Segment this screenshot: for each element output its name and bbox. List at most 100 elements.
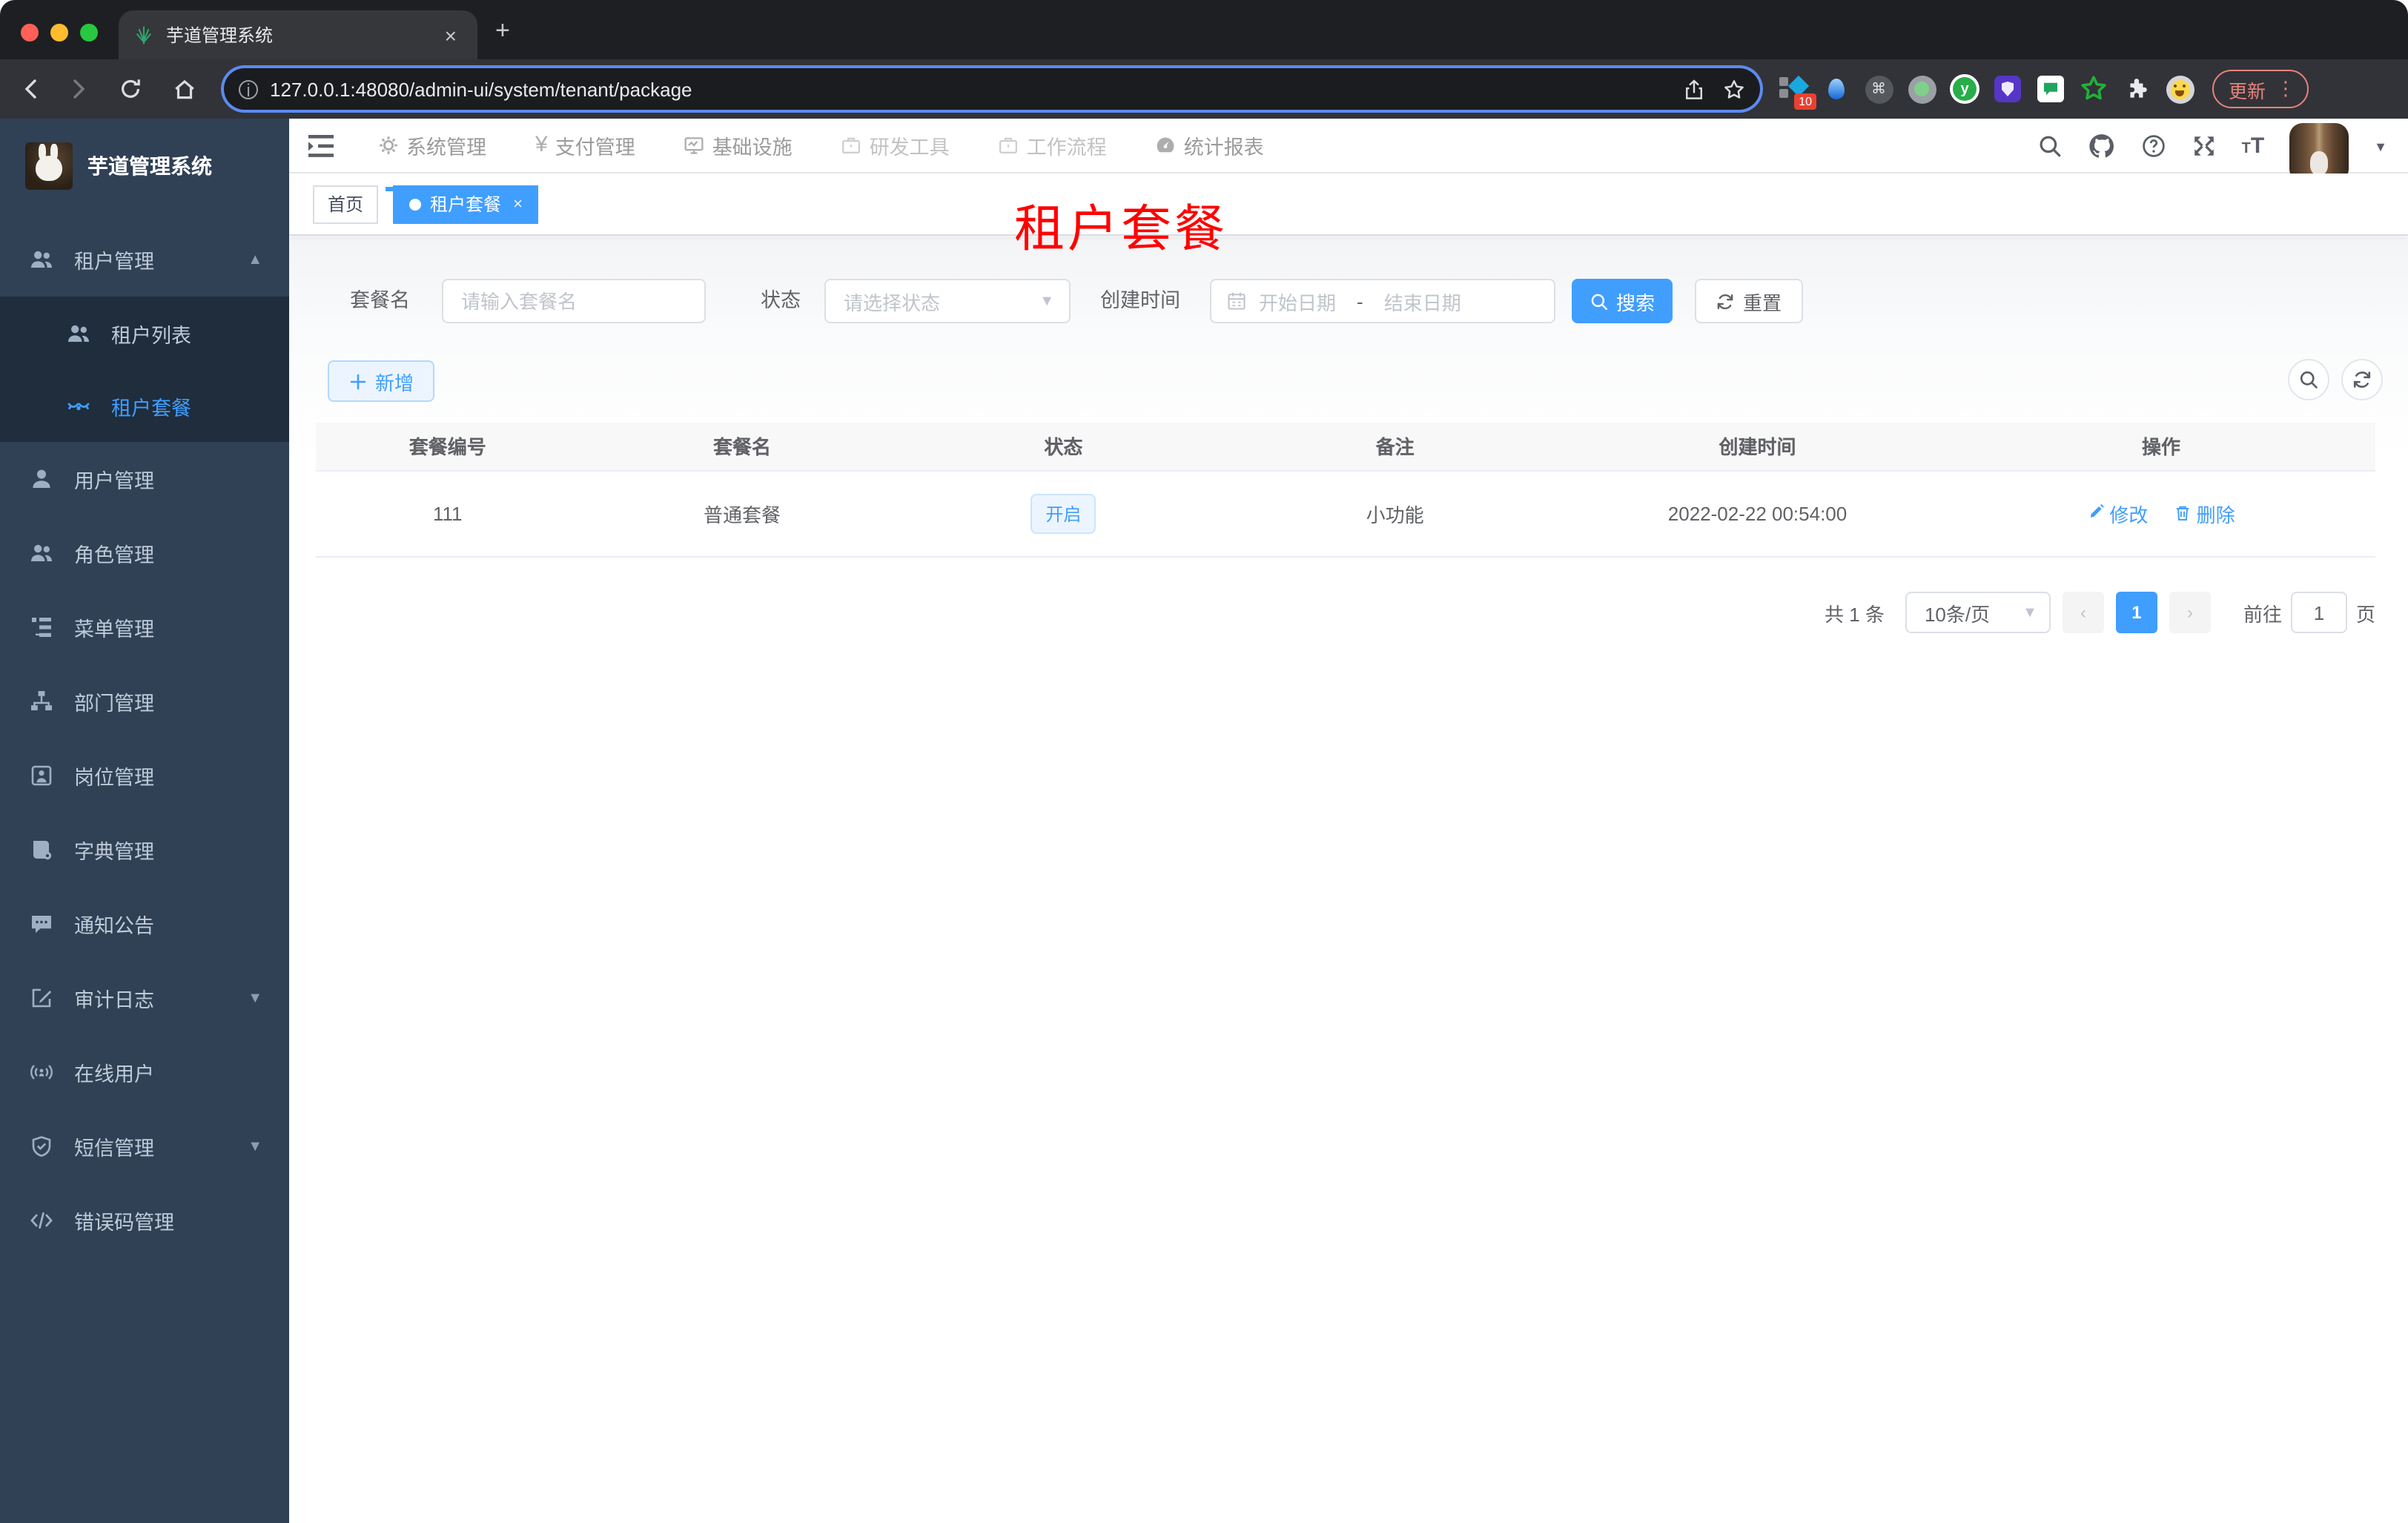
traffic-lights [21,24,98,42]
font-size-icon[interactable]: TT [2242,133,2265,159]
sidebar-item-tenant-list[interactable]: 租户列表 [0,297,289,369]
create-time-label: 创建时间 [1100,289,1180,311]
extension-chat-icon[interactable] [2036,74,2065,104]
sidebar-item-sms-management[interactable]: 短信管理 ▼ [0,1109,289,1183]
tab-close-icon[interactable]: × [439,23,463,47]
sidebar-item-errcode-management[interactable]: 错误码管理 [0,1183,289,1258]
edit-link[interactable]: 修改 [2087,499,2148,527]
tag-home[interactable]: 首页 [313,185,379,223]
hamburger-icon[interactable] [308,134,334,156]
url-text[interactable]: 127.0.0.1:48080/admin-ui/system/tenant/p… [270,78,1665,100]
chrome-update-button[interactable]: 更新 ⋮ [2212,70,2309,108]
show-search-button[interactable] [2288,359,2329,400]
package-name-field[interactable] [442,279,706,323]
prev-page-button[interactable]: ‹ [2062,592,2104,633]
top-menu-devtools[interactable]: 研发工具 [841,131,950,160]
top-menu-system[interactable]: 系统管理 [378,131,486,160]
content-area: 套餐名 状态 请选择状态 ▼ 创建时间 开始日期 - 结束日期 [289,237,2408,1523]
current-page-button[interactable]: 1 [2115,592,2157,633]
cell-actions: 修改 删除 [1947,470,2375,557]
github-icon[interactable] [2088,132,2116,160]
online-icon [30,1060,53,1084]
fullscreen-icon[interactable] [2192,133,2217,159]
page-size-select[interactable]: 10条/页 ▼ [1905,592,2051,633]
zoom-window-button[interactable] [80,24,98,42]
site-info-icon[interactable]: i [239,79,258,99]
end-date-placeholder[interactable]: 结束日期 [1384,287,1461,315]
active-menu-underline [386,187,510,191]
search-button[interactable]: 搜索 [1572,279,1673,323]
code-icon [30,1209,53,1232]
goto-page-input[interactable] [2290,592,2347,633]
search-icon[interactable] [2037,133,2063,159]
users-icon [30,248,53,271]
sidebar-item-dept-management[interactable]: 部门管理 [0,664,289,739]
extension-pin-icon[interactable] [1821,74,1850,104]
share-icon[interactable] [1683,78,1705,100]
tag-close-icon[interactable]: × [513,195,523,213]
extension-star-icon[interactable] [2079,74,2108,104]
start-date-placeholder[interactable]: 开始日期 [1259,287,1336,315]
sidebar-item-tenant-package[interactable]: 租户套餐 [0,369,289,442]
package-name-input[interactable] [443,280,704,322]
delete-link[interactable]: 删除 [2174,499,2235,527]
cell-package-name: 普通套餐 [579,470,905,557]
sidebar-logo[interactable]: 芋道管理系统 [0,119,289,211]
new-tab-button[interactable]: + [495,18,510,43]
browser-tab[interactable]: 芋道管理系统 × [119,10,477,59]
col-status: 状态 [904,423,1223,471]
next-page-button[interactable]: › [2169,592,2211,633]
add-button[interactable]: 新增 [328,360,434,402]
extension-command-icon[interactable]: ⌘ [1864,74,1893,104]
back-button-icon[interactable] [19,77,43,101]
sidebar-item-user-management[interactable]: 用户管理 [0,442,289,516]
close-window-button[interactable] [21,24,39,42]
sidebar-item-tenant-management[interactable]: 租户管理 ▲ [0,222,289,297]
sidebar-item-role-management[interactable]: 角色管理 [0,516,289,590]
browser-tab-strip: 芋道管理系统 × + [0,0,2408,59]
dashboard-icon [1156,135,1177,156]
avatar[interactable] [2289,122,2349,182]
browser-menu-dots-icon[interactable]: ⋮ [2276,77,2295,101]
bookmark-star-icon[interactable] [1723,78,1745,100]
tab-favicon-icon [133,24,154,45]
screen: 芋道管理系统 × + i 127.0.0.1:48080/admin-ui/sy… [0,0,2408,1523]
goto-label: 前往 [2243,603,2282,625]
briefcase-icon [999,135,1019,156]
caret-down-icon[interactable]: ▼ [2374,139,2387,153]
sidebar-item-notice[interactable]: 通知公告 [0,887,289,961]
logo-rabbit-image [25,142,73,190]
sidebar-item-post-management[interactable]: 岗位管理 [0,739,289,813]
refresh-table-button[interactable] [2341,359,2383,400]
sidebar-item-dict-management[interactable]: 字典管理 [0,813,289,887]
col-created: 创建时间 [1567,423,1948,471]
app-title: 芋道管理系统 [87,154,212,178]
top-menu-infra[interactable]: 基础设施 [684,131,793,160]
status-select[interactable]: 请选择状态 ▼ [824,279,1071,323]
reset-button[interactable]: 重置 [1695,279,1803,323]
reload-button-icon[interactable] [119,77,142,101]
sidebar-item-audit-log[interactable]: 审计日志 ▼ [0,961,289,1035]
minimize-window-button[interactable] [50,24,68,42]
date-range-picker[interactable]: 开始日期 - 结束日期 [1210,279,1555,323]
top-menu-report[interactable]: 统计报表 [1156,131,1264,160]
sidebar-item-menu-management[interactable]: 菜单管理 [0,590,289,664]
top-menu-workflow[interactable]: 工作流程 [999,131,1107,160]
extension-y-icon[interactable]: y [1950,74,1979,104]
extension-shield-icon[interactable] [1993,74,2022,104]
sidebar-item-online-users[interactable]: 在线用户 [0,1035,289,1109]
extension-tabs-icon[interactable]: 10 [1778,74,1816,110]
help-icon[interactable] [2141,133,2166,159]
cell-package-id: 111 [316,470,580,557]
url-bar[interactable]: i 127.0.0.1:48080/admin-ui/system/tenant… [224,68,1760,110]
app-shell: 芋道管理系统 租户管理 ▲ 租户列表 租户套餐 用户管理 角色管理 菜单管理 部… [0,119,2408,1523]
extension-grey-dot-icon[interactable] [1907,74,1936,104]
trash-icon [2174,504,2192,522]
profile-emoji-icon[interactable] [2165,74,2194,104]
org-icon [30,690,53,713]
top-menu-pay[interactable]: ¥ 支付管理 [535,131,635,160]
forward-button-icon[interactable] [67,77,90,101]
home-button-icon[interactable] [172,76,197,102]
sidebar-submenu: 租户列表 租户套餐 [0,297,289,442]
extensions-puzzle-icon[interactable] [2122,74,2151,104]
